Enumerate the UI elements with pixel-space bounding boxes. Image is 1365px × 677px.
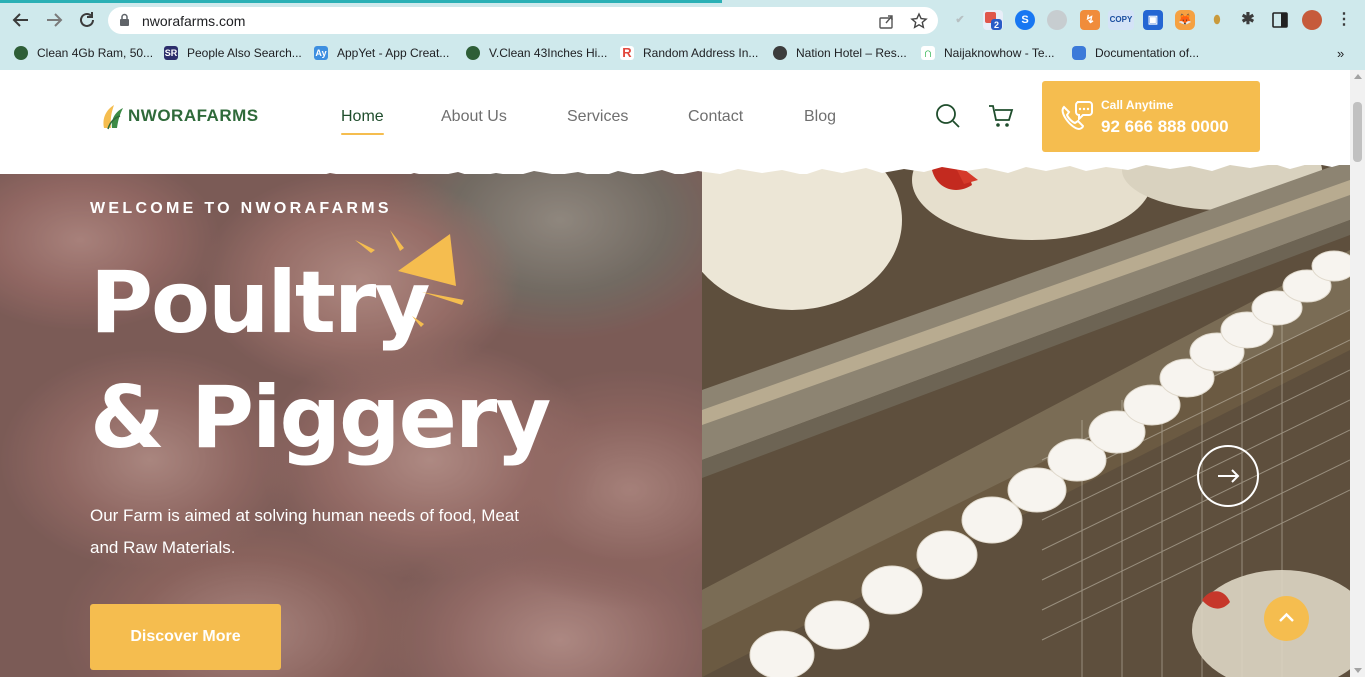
chevron-up-icon [1279,612,1294,622]
url-text[interactable]: nworafarms.com [142,13,245,29]
lock-icon[interactable] [119,13,130,27]
bookmark-label: Nation Hotel – Res... [796,46,907,60]
scroll-down-arrow-icon[interactable] [1354,668,1362,673]
copy-extension-icon[interactable]: COPY [1108,10,1134,30]
bookmarks-bar: Clean 4Gb Ram, 50... SR People Also Sear… [0,40,1365,65]
bookmark-label: Documentation of... [1095,46,1200,60]
notification-extension-icon[interactable]: 2 [983,10,1003,30]
doc-icon [1072,46,1086,60]
nav-home[interactable]: Home [341,108,384,135]
bookmark-item[interactable]: Clean 4Gb Ram, 50... [14,43,153,63]
site-logo[interactable]: NWORAFARMS [100,102,259,130]
bookmark-label: Clean 4Gb Ram, 50... [37,46,154,60]
poultry-eggs-photo [702,160,1350,677]
browser-chrome: nworafarms.com ✔ 2 S ↯ COPY ▣ 🦊 ⬮ ✱ ⋮ Cl… [0,0,1365,70]
back-to-top-button[interactable] [1264,596,1309,641]
web-page: NWORAFARMS Home About Us Services Contac… [0,70,1350,677]
nav-label: Contact [688,108,744,125]
nav-label: About Us [441,108,507,125]
bookmark-item[interactable]: SR People Also Search... [164,43,302,63]
metamask-icon[interactable]: 🦊 [1175,10,1195,30]
forward-arrow-icon[interactable] [43,9,65,31]
check-extension-icon[interactable]: ✔ [950,10,970,30]
hero-slider: WELCOME TO NWORAFARMS Poultry & Piggery … [0,154,1350,677]
address-bar[interactable]: nworafarms.com [108,7,938,34]
search-icon[interactable] [934,102,962,130]
call-label: Call Anytime [1101,98,1174,112]
bookmark-item[interactable]: Nation Hotel – Res... [773,43,907,63]
nav-label: Home [341,108,384,125]
arrow-right-icon [1218,469,1240,483]
extension-badge: 2 [994,20,1000,30]
nav-label: Blog [804,108,837,125]
profile-avatar[interactable] [1302,10,1322,30]
bookmarks-overflow-icon[interactable]: » [1337,43,1344,63]
discover-more-button[interactable]: Discover More [90,604,281,670]
hero-description: Our Farm is aimed at solving human needs… [90,506,519,557]
browser-menu-icon[interactable]: ⋮ [1334,10,1354,30]
leaf-globe-icon [466,46,480,60]
screen-extension-icon[interactable]: ▣ [1143,10,1163,30]
leaf-logo-icon [103,105,123,130]
nav-label: Services [567,108,629,125]
copy-extension-label: COPY [1109,15,1133,24]
bookmark-item[interactable]: Ay AppYet - App Creat... [314,43,449,63]
bookmark-label: Naijaknowhow - Te... [944,46,1055,60]
active-tab-indicator [0,0,722,3]
nav-about-us[interactable]: About Us [441,108,507,126]
bookmark-label: People Also Search... [187,46,302,60]
bookmark-item[interactable]: ∩ Naijaknowhow - Te... [921,43,1055,63]
scrollbar-thumb[interactable] [1353,102,1362,162]
scroll-up-arrow-icon[interactable] [1354,74,1362,79]
slider-next-button[interactable] [1197,445,1259,507]
active-underline [341,133,384,135]
cart-icon[interactable] [987,102,1015,130]
call-anytime-box[interactable]: Call Anytime 92 666 888 0000 [1042,81,1260,152]
bookmark-label: AppYet - App Creat... [337,46,450,60]
hero-title-line-2: & Piggery [90,368,551,468]
appyet-icon: Ay [314,46,328,60]
orange-extension-icon[interactable]: ↯ [1080,10,1100,30]
extensions-puzzle-icon[interactable]: ✱ [1238,10,1258,30]
grey-extension-icon[interactable] [1047,10,1067,30]
call-number[interactable]: 92 666 888 0000 [1101,117,1229,137]
reload-icon[interactable] [76,9,98,31]
sparkle-decoration-icon [355,230,464,327]
nav-contact[interactable]: Contact [688,108,743,126]
seed-extension-icon[interactable]: ⬮ [1207,10,1227,30]
poultry-cage-illustration [702,160,1350,677]
share-icon[interactable] [878,12,896,30]
bookmark-item[interactable]: R Random Address In... [620,43,758,63]
back-arrow-icon[interactable] [10,9,32,31]
sr-icon: SR [164,46,178,60]
r-icon: R [620,46,634,60]
logo-text: NWORAFARMS [128,106,259,125]
phone-chat-icon [1061,101,1093,131]
site-header: NWORAFARMS Home About Us Services Contac… [0,70,1350,165]
s-extension-icon[interactable]: S [1015,10,1035,30]
page-scrollbar[interactable] [1350,70,1365,677]
bookmark-label: V.Clean 43Inches Hi... [489,46,608,60]
n-icon: ∩ [921,46,935,60]
side-panel-icon[interactable] [1270,10,1290,30]
hero-eyebrow: WELCOME TO NWORAFARMS [90,200,392,217]
bookmark-item[interactable]: V.Clean 43Inches Hi... [466,43,607,63]
nav-blog[interactable]: Blog [804,108,836,126]
star-icon[interactable] [910,12,928,30]
nav-services[interactable]: Services [567,108,628,126]
bookmark-item[interactable]: Documentation of... [1072,43,1199,63]
bookmark-label: Random Address In... [643,46,759,60]
leaf-globe-icon [14,46,28,60]
globe-icon [773,46,787,60]
